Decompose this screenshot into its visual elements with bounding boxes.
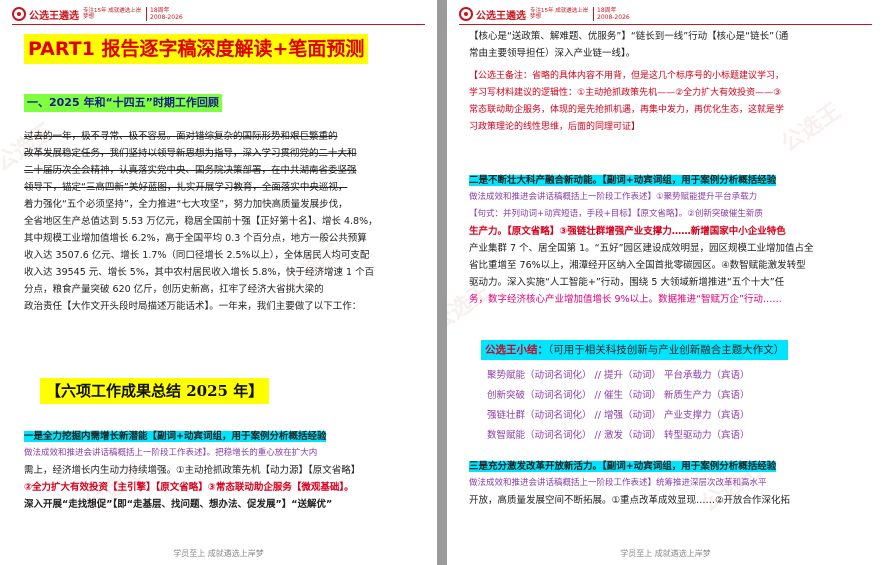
- text-line: 生产力。【原文省略】③强链壮群增强产业支撑力……新增国家中小企业特色: [469, 226, 786, 237]
- header-divider: [459, 24, 872, 25]
- text-line: 产业集群 7 个、居全国第 1。“五好”园区建设成效明显，园区规模工业增加值占全: [469, 243, 814, 254]
- text-line: 务，数字经济核心产业增加值增长 9%以上。数据推进“智赋万企”行动……: [469, 294, 782, 305]
- brand-anniversary: 18周年 2008-2026: [593, 7, 630, 21]
- paragraph-domestic-demand: 一是全力挖掘内需增长新潜能【副词+动宾词组，用于案例分析概括经验 做法成效和推进…: [24, 428, 414, 513]
- summary-text: （可用于相关科技创新与产业创新融合主题大作文）: [548, 344, 785, 356]
- text-line: 一是全力挖掘内需增长新潜能【副词+动宾词组，用于案例分析概括经验: [24, 431, 327, 442]
- summary-heading: 公选王小结：（可用于相关科技创新与产业创新融合主题大作文）: [481, 340, 789, 360]
- text-line: 二是不断壮大科产融合新动能。【副词+动宾词组，用于案例分析概括经验: [469, 175, 777, 186]
- text-line: 驱动力。深入实施“人工智能+”行动，围绕 5 大领域新增推进“五个十大”任: [469, 277, 785, 288]
- text-line: 学习写材料建议的逻辑性：①主动抢抓政策先机——②全力扩大有效投资——③: [469, 88, 782, 98]
- text-line: 深入开展“走找想促”【即“走基层、找问题、想办法、促发展”】“送解优”: [24, 499, 333, 510]
- page-footer: 学员至上 成就遴选上岸梦: [620, 549, 711, 558]
- paragraph-innovation: 二是不断壮大科产融合新动能。【副词+动宾词组，用于案例分析概括经验 做法成效和推…: [469, 172, 864, 308]
- text-line: 过去的一年，极不寻常、极不容易。面对错综复杂的国际形势和艰巨繁重的: [24, 131, 338, 142]
- text-line: 【核心是“送政策、解难题、优服务”】“链长到一线”行动【核心是“链长”（通: [469, 31, 789, 42]
- vocab-row: 数智赋能（动词名词化） // 激发（动词） 转型驱动力（宾语）: [487, 430, 750, 441]
- text-line: 领导下，锚定“三高四新”美好蓝图，扎实开展学习教育，全面落实中央巡视，: [24, 182, 348, 193]
- text-line: 其中规模工业增加值增长 6.2%，高于全国平均 0.3 个百分点，地方一般公共预…: [24, 233, 367, 244]
- text-line: 收入达 39545 元、增长 5%，其中农村居民收入增长 5.8%，快于经济增速…: [24, 267, 375, 278]
- text-line: 常态联动助企服务，体现的是先抢抓机遇，再集中发力，再优化生态，这就是学: [469, 105, 785, 115]
- brand-logo-icon: [459, 7, 473, 21]
- text-line: 【公选王备注：省略的具体内容不用背，但是这几个标序号的小标题建议学习，: [469, 71, 785, 81]
- brand-name: 公选王遴选: [476, 10, 526, 22]
- text-line: 需上，经济增长内生动力持续增强。①主动抢抓政策先机【动力源】【原文省略】: [24, 465, 361, 476]
- page-header: 公选王遴选 专注15年 成就遴选上岸梦想 18周年 2008-2026: [459, 6, 630, 22]
- text-line: 二十届历次全会精神，认真落实党中央、国务院决策部署，在中共湖南省委坚强: [24, 165, 357, 176]
- page-header: 公选王遴选 专注15年 成就遴选上岸梦想 18周年 2008-2026: [12, 6, 183, 22]
- brand-name: 公选王遴选: [29, 10, 79, 22]
- section-heading: 一、2025 年和“十四五”时期工作回顾: [24, 94, 222, 112]
- brand-logo-icon: [12, 7, 26, 21]
- text-line: 开放，高质量发展空间不断拓展。①重点改革成效显现……②开放合作深化拓: [469, 495, 791, 506]
- text-line: 政治责任【大作文开头段时局描述万能话术】。一年来，我们主要做了以下工作：: [24, 301, 362, 312]
- six-results-heading: 【六项工作成果总结 2025 年】: [40, 378, 270, 404]
- text-line: 改革发展稳定任务，我们坚持以领导新思想为指导，深入学习贯彻党的二十大和: [24, 148, 357, 159]
- text-line: 着力强化“五个必须坚持”，全力推进“七大攻坚”，努力加快高质量发展步伐，: [24, 199, 348, 210]
- document-page-left: 公选王遴选 专注15年 成就遴选上岸梦想 18周年 2008-2026 公选王 公…: [0, 0, 437, 565]
- text-line: 【句式：并列动词+动宾短语，手段+目标】【原文省略】。②创新突破催生新质: [469, 209, 763, 219]
- part-title: PART1 报告逐字稿深度解读+笔面预测: [24, 34, 369, 64]
- header-divider: [12, 24, 425, 25]
- paragraph-continued: 【核心是“送政策、解难题、优服务”】“链长到一线”行动【核心是“链长”（通 常由…: [469, 28, 864, 62]
- text-line: 省比重增至 76%以上，湘潭经开区纳入全国首批零碳园区。④数智赋能激发转型: [469, 260, 806, 271]
- vocab-row: 强链壮群（动词名词化） // 增强（动词） 产业支撑力（宾语）: [487, 410, 750, 421]
- text-line: ②全力扩大有效投资【主引擎】【原文省略】③常态联动助企服务【微观基础】。: [24, 482, 354, 493]
- text-line: 做法成效和推进会讲话稿概括上一阶段工作表述】①聚势赋能提升平台承载力: [469, 192, 758, 202]
- text-line: 三是充分激发改革开放新活力。【副词+动宾词组，用于案例分析概括经验: [469, 461, 777, 472]
- paragraph-review: 过去的一年，极不寻常、极不容易。面对错综复杂的国际形势和艰巨繁重的 改革发展稳定…: [24, 128, 414, 315]
- text-line: 收入达 3507.6 亿元、增长 1.7%（同口径增长 2.5%以上），全体居民…: [24, 250, 370, 261]
- editor-note: 【公选王备注：省略的具体内容不用背，但是这几个标序号的小标题建议学习， 学习写材…: [469, 68, 864, 136]
- brand-anniversary: 18周年 2008-2026: [146, 7, 183, 21]
- brand-slogan: 专注15年 成就遴选上岸梦想: [83, 8, 142, 20]
- brand-slogan: 专注15年 成就遴选上岸梦想: [530, 8, 589, 20]
- vocab-row: 创新突破（动词名词化） // 催生（动词） 新质生产力（宾语）: [487, 390, 750, 401]
- summary-label: 公选王小结：: [485, 344, 548, 356]
- text-line: 做法成效和推进会讲话稿概括上一阶段工作表述】。把稳增长的重心放在扩大内: [24, 448, 318, 458]
- text-line: 习政策理论的线性思维，后面的同理可证】: [469, 122, 641, 132]
- text-line: 全省地区生产总值达到 5.53 万亿元，稳居全国前十强【正好第十名】、增长 4.…: [24, 216, 378, 227]
- vocab-row: 聚势赋能（动词名词化） // 提升（动词） 平台承载力（宾语）: [487, 370, 750, 381]
- text-line: 分点，粮食产量突破 620 亿斤，创历史新高，扛牢了经济大省挑大梁的: [24, 284, 324, 295]
- document-page-right: 公选王遴选 专注15年 成就遴选上岸梦想 18周年 2008-2026 公选王 公…: [447, 0, 884, 565]
- text-line: 做法成效和推进会讲话稿概括上一阶段工作表述】统筹推进深层次改革和高水平: [469, 478, 767, 488]
- text-line: 常由主要领导担任）深入产业链一线】。: [469, 48, 636, 59]
- page-footer: 学员至上 成就遴选上岸梦: [173, 549, 264, 558]
- paragraph-reform: 三是充分激发改革开放新活力。【副词+动宾词组，用于案例分析概括经验 做法成效和推…: [469, 458, 864, 509]
